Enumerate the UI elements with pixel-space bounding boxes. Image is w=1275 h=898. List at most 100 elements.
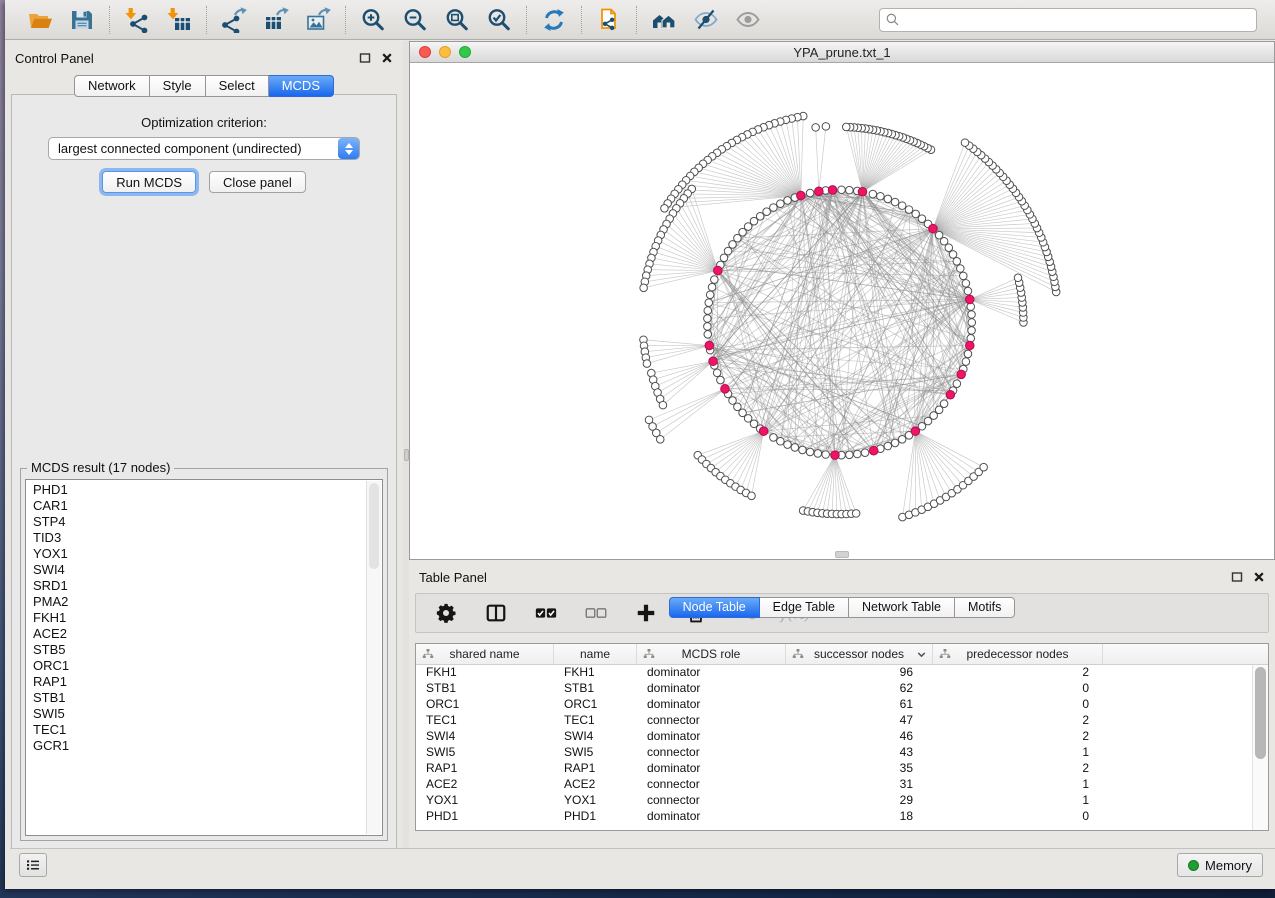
network-node[interactable] — [812, 124, 820, 132]
mcds-result-item[interactable]: SRD1 — [33, 578, 382, 594]
network-canvas[interactable] — [410, 63, 1274, 559]
horizontal-splitter-handle[interactable] — [835, 551, 849, 558]
network-node[interactable] — [898, 202, 906, 210]
network-node[interactable] — [869, 190, 877, 198]
search-input[interactable] — [904, 11, 1251, 28]
mcds-hub-node[interactable] — [797, 191, 806, 200]
mcds-hub-node[interactable] — [869, 446, 878, 455]
network-node[interactable] — [861, 449, 869, 457]
mcds-hub-node[interactable] — [709, 357, 718, 366]
tab-select[interactable]: Select — [206, 75, 269, 97]
mcds-result-item[interactable]: STP4 — [33, 514, 382, 530]
network-node[interactable] — [661, 205, 669, 213]
export-network-icon[interactable] — [219, 5, 249, 35]
mcds-hub-node[interactable] — [965, 341, 974, 350]
network-node[interactable] — [656, 436, 664, 444]
tab-motifs[interactable]: Motifs — [955, 597, 1015, 618]
minimize-window-icon[interactable] — [439, 46, 451, 58]
network-node[interactable] — [940, 400, 948, 408]
network-node[interactable] — [814, 450, 822, 458]
mcds-result-item[interactable]: GCR1 — [33, 738, 382, 754]
network-node[interactable] — [777, 200, 785, 208]
mcds-result-item[interactable]: TEC1 — [33, 722, 382, 738]
close-window-icon[interactable] — [419, 46, 431, 58]
import-table-icon[interactable] — [164, 5, 194, 35]
network-node[interactable] — [968, 327, 976, 335]
close-panel-icon[interactable] — [380, 52, 393, 65]
network-node[interactable] — [799, 446, 807, 454]
zoom-in-icon[interactable] — [358, 5, 388, 35]
network-node[interactable] — [838, 186, 846, 194]
mcds-result-item[interactable]: CAR1 — [33, 498, 382, 514]
network-node[interactable] — [724, 247, 732, 255]
network-node[interactable] — [961, 139, 969, 147]
network-node[interactable] — [717, 376, 725, 384]
network-node[interactable] — [777, 437, 785, 445]
network-node[interactable] — [729, 241, 737, 249]
mcds-result-item[interactable]: TID3 — [33, 530, 382, 546]
mcds-hub-node[interactable] — [911, 427, 920, 436]
mcds-hub-node[interactable] — [965, 295, 974, 304]
close-panel-icon[interactable] — [1252, 571, 1265, 584]
network-node[interactable] — [711, 276, 719, 284]
mcds-result-item[interactable]: STB5 — [33, 642, 382, 658]
network-node[interactable] — [968, 319, 976, 327]
tab-network-table[interactable]: Network Table — [849, 597, 955, 618]
tab-edge-table[interactable]: Edge Table — [760, 597, 849, 618]
mcds-hub-node[interactable] — [957, 370, 966, 379]
network-node[interactable] — [704, 315, 712, 323]
mcds-hub-node[interactable] — [946, 390, 955, 399]
network-node[interactable] — [962, 280, 970, 288]
network-node[interactable] — [784, 441, 792, 449]
network-node[interactable] — [713, 369, 721, 377]
network-node[interactable] — [957, 265, 965, 273]
network-node[interactable] — [704, 331, 712, 339]
network-node[interactable] — [708, 283, 716, 291]
mcds-result-item[interactable]: ACE2 — [33, 626, 382, 642]
network-node[interactable] — [960, 272, 968, 280]
mcds-result-item[interactable]: PHD1 — [33, 482, 382, 498]
network-node[interactable] — [659, 401, 667, 409]
network-graph[interactable] — [410, 63, 1274, 559]
mcds-hub-node[interactable] — [929, 224, 938, 233]
network-node[interactable] — [968, 311, 976, 319]
splitter-handle[interactable] — [404, 449, 409, 461]
network-node[interactable] — [884, 195, 892, 203]
network-node[interactable] — [784, 197, 792, 205]
mcds-list-scrollbar[interactable] — [366, 481, 381, 834]
network-node[interactable] — [822, 123, 830, 131]
network-node[interactable] — [822, 451, 830, 459]
network-node[interactable] — [806, 189, 814, 197]
home-network-icon[interactable] — [649, 5, 679, 35]
tab-network[interactable]: Network — [74, 75, 150, 97]
network-node[interactable] — [854, 450, 862, 458]
network-node[interactable] — [748, 492, 756, 500]
float-panel-icon[interactable] — [1230, 571, 1243, 584]
network-node[interactable] — [935, 231, 943, 239]
hide-details-icon[interactable] — [691, 5, 721, 35]
network-node[interactable] — [846, 451, 854, 459]
network-node[interactable] — [852, 510, 860, 518]
mcds-result-item[interactable]: ORC1 — [33, 658, 382, 674]
mcds-result-item[interactable]: STB1 — [33, 690, 382, 706]
mcds-hub-node[interactable] — [759, 427, 768, 436]
network-node[interactable] — [980, 463, 988, 471]
network-node[interactable] — [704, 307, 712, 315]
mcds-result-item[interactable]: SWI5 — [33, 706, 382, 722]
mcds-hub-node[interactable] — [815, 187, 824, 196]
network-node[interactable] — [643, 360, 651, 368]
network-node[interactable] — [704, 323, 712, 331]
network-node[interactable] — [953, 380, 961, 388]
network-node[interactable] — [962, 358, 970, 366]
mcds-hub-node[interactable] — [705, 341, 714, 350]
mcds-hub-node[interactable] — [858, 187, 867, 196]
export-table-icon[interactable] — [261, 5, 291, 35]
network-node[interactable] — [964, 350, 972, 358]
mcds-hub-node[interactable] — [721, 385, 730, 394]
mcds-result-item[interactable]: RAP1 — [33, 674, 382, 690]
network-node[interactable] — [806, 448, 814, 456]
search-field[interactable] — [879, 8, 1257, 32]
network-node[interactable] — [891, 439, 899, 447]
import-network-icon[interactable] — [122, 5, 152, 35]
scrollbar-thumb[interactable] — [369, 483, 379, 569]
